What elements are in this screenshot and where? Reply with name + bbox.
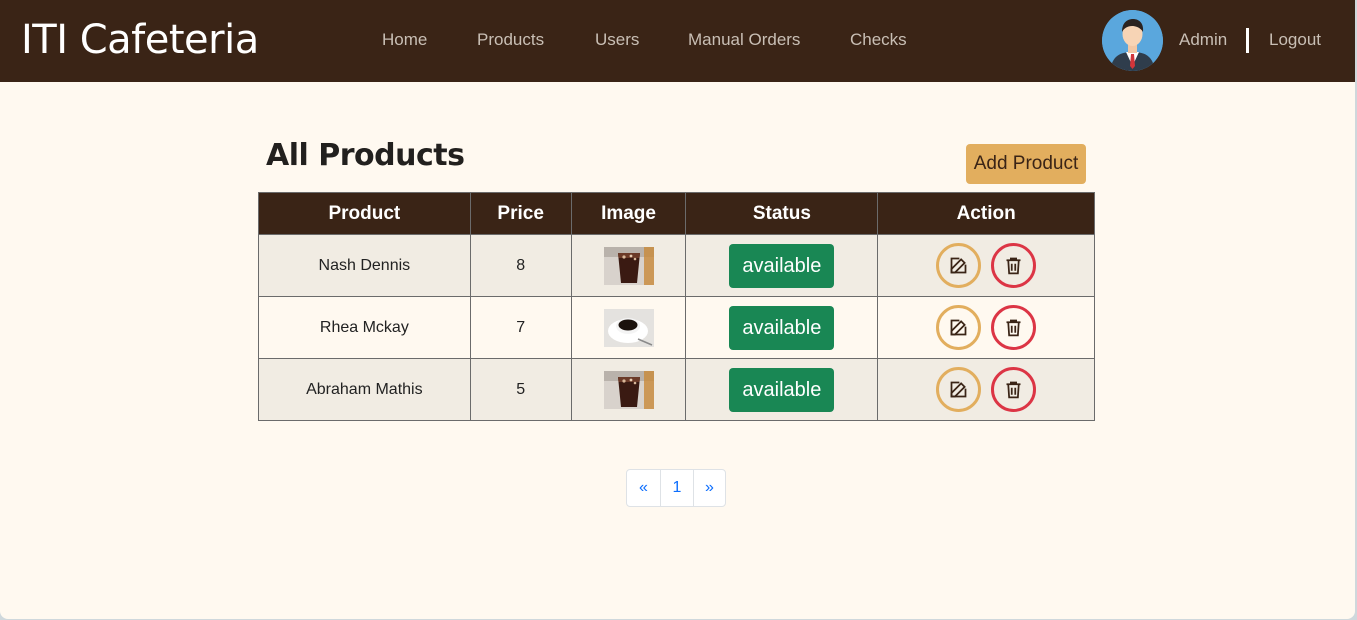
status-cell: available — [685, 234, 879, 297]
nav-manual-orders[interactable]: Manual Orders — [688, 29, 800, 51]
pagination-next[interactable]: » — [693, 470, 725, 506]
header-product: Product — [258, 192, 471, 235]
edit-button[interactable] — [935, 305, 981, 350]
nav-products[interactable]: Products — [477, 29, 544, 51]
status-button[interactable]: available — [729, 367, 835, 412]
image-cell — [570, 358, 687, 421]
table-row: Rhea Mckay 7 available — [258, 296, 1095, 359]
action-cell — [877, 358, 1095, 421]
delete-button[interactable] — [991, 305, 1037, 350]
edit-button[interactable] — [935, 367, 981, 412]
trash-icon — [1006, 381, 1021, 399]
trash-icon — [1006, 319, 1021, 337]
header-price: Price — [469, 192, 572, 235]
product-name: Abraham Mathis — [258, 358, 471, 421]
status-button[interactable]: available — [729, 243, 835, 288]
image-cell — [570, 296, 687, 359]
user-name-link[interactable]: Admin — [1179, 29, 1227, 51]
delete-button[interactable] — [991, 243, 1037, 288]
action-cell — [877, 234, 1095, 297]
pagination-prev[interactable]: « — [627, 470, 660, 506]
brand-title[interactable]: ITI Cafeteria — [21, 15, 259, 65]
header-image: Image — [570, 192, 687, 235]
pagination: « 1 » — [626, 469, 726, 507]
product-price: 5 — [469, 358, 572, 421]
status-cell: available — [685, 296, 879, 359]
product-price: 7 — [469, 296, 572, 359]
delete-button[interactable] — [991, 367, 1037, 412]
edit-button[interactable] — [935, 243, 981, 288]
status-button[interactable]: available — [729, 305, 835, 350]
nav-users[interactable]: Users — [595, 29, 639, 51]
app-window: ITI Cafeteria Home Products Users Manual… — [0, 0, 1355, 619]
nav-checks[interactable]: Checks — [850, 29, 907, 51]
avatar-icon[interactable] — [1102, 10, 1163, 71]
header-action: Action — [877, 192, 1095, 235]
image-cell — [570, 234, 687, 297]
edit-icon — [950, 381, 967, 398]
nav-separator — [1246, 28, 1249, 53]
add-product-button[interactable]: Add Product — [966, 144, 1086, 184]
table-row: Nash Dennis 8 available — [258, 234, 1095, 297]
status-cell: available — [685, 358, 879, 421]
logout-link[interactable]: Logout — [1269, 29, 1321, 51]
pagination-page-1[interactable]: 1 — [660, 470, 693, 506]
product-price: 8 — [469, 234, 572, 297]
table-row: Abraham Mathis 5 available — [258, 358, 1095, 421]
page-title: All Products — [266, 138, 465, 173]
action-cell — [877, 296, 1095, 359]
edit-icon — [950, 257, 967, 274]
table-header-row: Product Price Image Status Action — [258, 192, 1095, 235]
nav-home[interactable]: Home — [382, 29, 427, 51]
header-status: Status — [685, 192, 879, 235]
iced-drink-image — [603, 246, 654, 285]
product-name: Rhea Mckay — [258, 296, 471, 359]
navbar: ITI Cafeteria Home Products Users Manual… — [0, 0, 1355, 82]
iced-drink-image — [603, 370, 654, 409]
edit-icon — [950, 319, 967, 336]
coffee-cup-image — [603, 308, 654, 347]
trash-icon — [1006, 257, 1021, 275]
products-table: Product Price Image Status Action Nash D… — [258, 192, 1095, 421]
product-name: Nash Dennis — [258, 234, 471, 297]
